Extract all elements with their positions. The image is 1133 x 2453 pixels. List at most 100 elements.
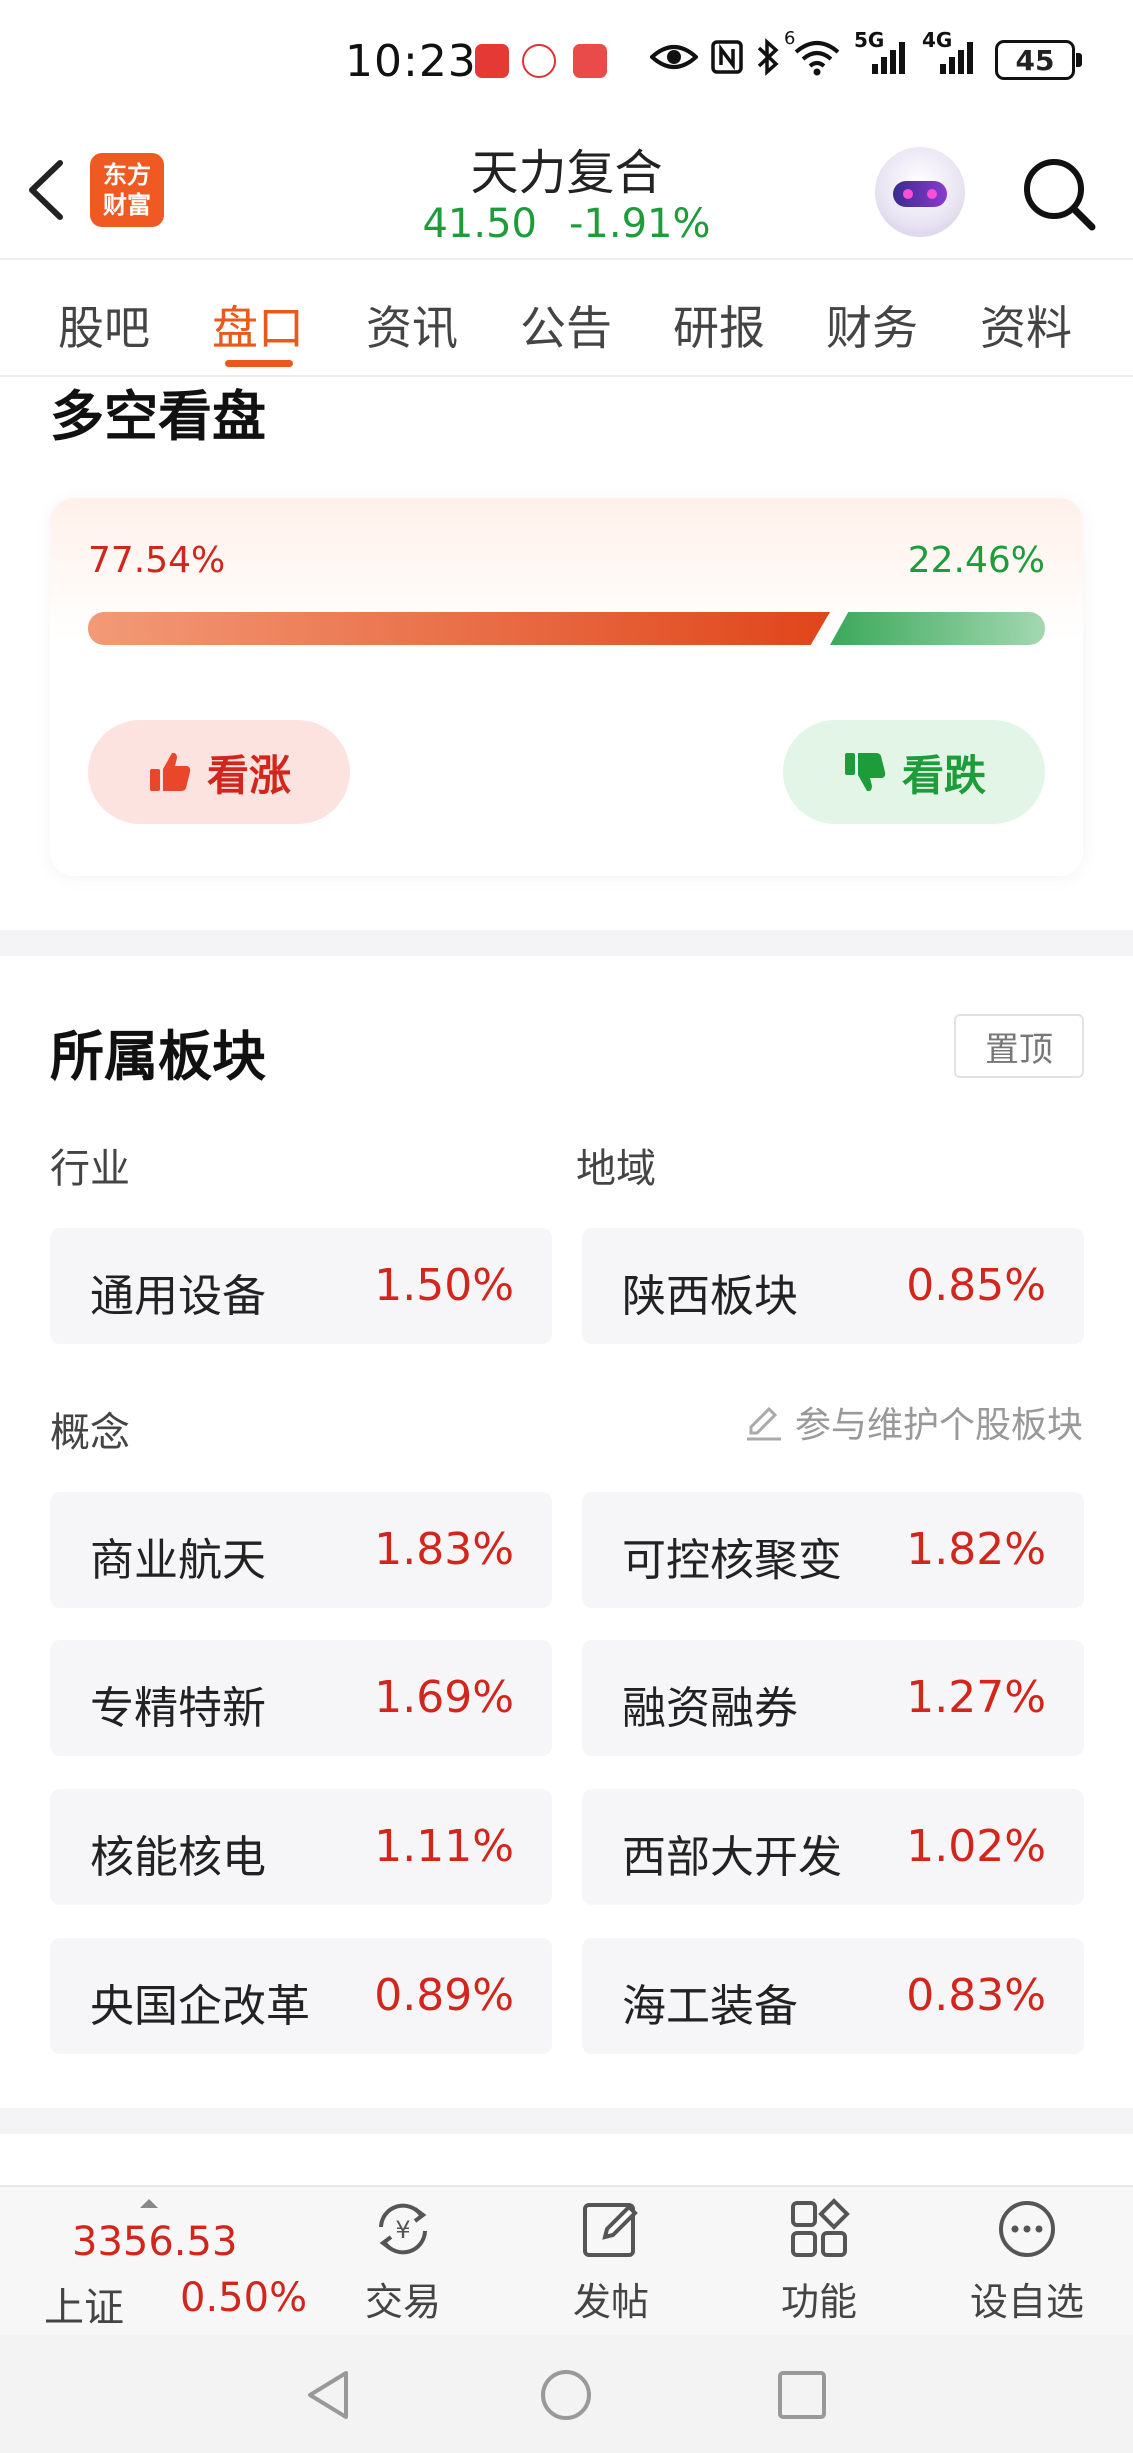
section-divider: [0, 930, 1133, 956]
sector-card-concept[interactable]: 可控核聚变 1.82%: [582, 1492, 1084, 1608]
trade-icon: ¥: [379, 2203, 427, 2255]
sector-card-concept[interactable]: 西部大开发 1.02%: [582, 1789, 1084, 1905]
sector-card-concept[interactable]: 央国企改革 0.89%: [50, 1938, 552, 2054]
trade-button[interactable]: ¥ 交易: [328, 2197, 478, 2327]
bearish-label: 看跌: [901, 750, 986, 800]
svg-text:¥: ¥: [395, 2216, 410, 2244]
signal-4g-icon: 4G: [922, 28, 978, 76]
add-watchlist-button[interactable]: 设自选: [952, 2197, 1102, 2327]
expand-caret-icon: [140, 2199, 158, 2208]
sector-change: 1.83%: [374, 1524, 514, 1575]
sector-change: 0.83%: [906, 1970, 1046, 2021]
functions-button[interactable]: 功能: [744, 2197, 894, 2327]
stock-change-pct: -1.91%: [569, 201, 711, 247]
status-time: 10:23: [345, 36, 477, 87]
bottom-toolbar: 3356.53 上证 0.50% ¥ 交易 发帖 功能 设自选: [0, 2185, 1133, 2335]
nav-home-icon[interactable]: [538, 2367, 594, 2423]
sector-change: 1.82%: [906, 1524, 1046, 1575]
notification-app-icon: [522, 44, 556, 78]
more-icon: [999, 2201, 1055, 2257]
thumbs-up-icon: [149, 752, 191, 791]
grid-icon: [791, 2198, 850, 2257]
bullish-label: 看涨: [206, 750, 291, 800]
signal-5g-icon: 5G: [854, 28, 910, 76]
sector-name: 可控核聚变: [622, 1535, 842, 1586]
bluetooth-icon: [757, 38, 779, 76]
sentiment-title: 多空看盘: [50, 385, 266, 448]
sector-card-concept[interactable]: 专精特新 1.69%: [50, 1640, 552, 1756]
wifi-badge: 6: [784, 28, 796, 49]
bear-percentage: 22.46%: [907, 540, 1045, 581]
tab-news[interactable]: 资讯: [366, 292, 458, 358]
search-button[interactable]: [1018, 153, 1098, 233]
huawei-store-icon: [573, 44, 607, 78]
bull-ratio-bar: [88, 612, 830, 645]
robot-visor: [893, 181, 947, 207]
pin-to-top-button[interactable]: 置顶: [954, 1014, 1084, 1078]
maintain-sectors-link[interactable]: 参与维护个股板块: [743, 1396, 1083, 1448]
sector-name: 专精特新: [90, 1683, 266, 1734]
index-value: 3356.53: [72, 2219, 238, 2265]
tab-bar: 股吧 盘口 资讯 公告 研报 财务 资料: [0, 262, 1133, 377]
index-ticker[interactable]: 3356.53 上证 0.50%: [0, 2187, 307, 2337]
functions-label: 功能: [780, 2280, 857, 2324]
wifi-icon: 6: [784, 28, 842, 76]
battery-level: 45: [1015, 43, 1055, 77]
sector-name: 核能核电: [90, 1832, 266, 1883]
sector-change: 0.85%: [906, 1260, 1046, 1311]
sector-change: 1.02%: [906, 1821, 1046, 1872]
bull-percentage: 77.54%: [88, 540, 226, 581]
eye-icon: [650, 45, 698, 69]
index-name: 上证: [44, 2285, 124, 2331]
nav-back-icon[interactable]: [302, 2367, 358, 2423]
sector-name: 海工装备: [622, 1981, 798, 2032]
status-icons: 6 5G 4G: [650, 28, 978, 76]
sector-change: 1.69%: [374, 1672, 514, 1723]
sector-card-concept[interactable]: 海工装备 0.83%: [582, 1938, 1084, 2054]
sector-name: 央国企改革: [90, 1981, 310, 2032]
sector-card-concept[interactable]: 核能核电 1.11%: [50, 1789, 552, 1905]
sector-card-concept[interactable]: 融资融券 1.27%: [582, 1640, 1084, 1756]
sector-name: 通用设备: [90, 1271, 266, 1322]
stock-price: 41.50: [422, 201, 537, 247]
nav-recents-icon[interactable]: [774, 2367, 830, 2423]
region-label: 地域: [576, 1146, 656, 1192]
tab-pankou[interactable]: 盘口: [212, 292, 304, 358]
notification-app-icon: [475, 44, 509, 78]
sector-card-industry[interactable]: 通用设备 1.50%: [50, 1228, 552, 1344]
stock-quote: 41.50 -1.91%: [0, 201, 1133, 247]
tab-guba[interactable]: 股吧: [58, 292, 150, 358]
tab-research[interactable]: 研报: [673, 292, 765, 358]
tab-finance[interactable]: 财务: [826, 292, 918, 358]
active-tab-indicator: [225, 360, 293, 367]
maintain-sectors-label: 参与维护个股板块: [794, 1405, 1083, 1446]
sector-change: 0.89%: [374, 1970, 514, 2021]
thumbs-down-icon: [844, 753, 886, 792]
sectors-title: 所属板块: [50, 1025, 266, 1088]
sector-name: 融资融券: [622, 1683, 798, 1734]
sector-name: 商业航天: [90, 1535, 266, 1586]
sector-change: 1.50%: [374, 1260, 514, 1311]
bear-ratio-bar: [830, 612, 1045, 645]
tab-announcements[interactable]: 公告: [520, 292, 612, 358]
sector-name: 陕西板块: [622, 1271, 798, 1322]
sector-change: 1.11%: [374, 1821, 514, 1872]
bullish-button[interactable]: 看涨: [88, 720, 350, 824]
bearish-button[interactable]: 看跌: [783, 720, 1045, 824]
search-icon: [1024, 159, 1096, 231]
sector-card-concept[interactable]: 商业航天 1.83%: [50, 1492, 552, 1608]
index-change: 0.50%: [180, 2275, 308, 2321]
status-bar: 10:23 6 5G 4G 45: [0, 0, 1133, 125]
add-watchlist-label: 设自选: [969, 2280, 1084, 2324]
post-label: 发帖: [572, 2280, 649, 2324]
post-button[interactable]: 发帖: [536, 2197, 686, 2327]
system-nav-bar: [0, 2335, 1133, 2453]
trade-label: 交易: [364, 2280, 441, 2324]
compose-icon: [583, 2203, 638, 2257]
tab-profile[interactable]: 资料: [980, 292, 1072, 358]
ai-assistant-avatar[interactable]: [875, 147, 965, 237]
concept-label: 概念: [50, 1410, 130, 1456]
edit-icon: [746, 1406, 781, 1441]
sector-card-region[interactable]: 陕西板块 0.85%: [582, 1228, 1084, 1344]
nfc-icon: [711, 40, 743, 74]
